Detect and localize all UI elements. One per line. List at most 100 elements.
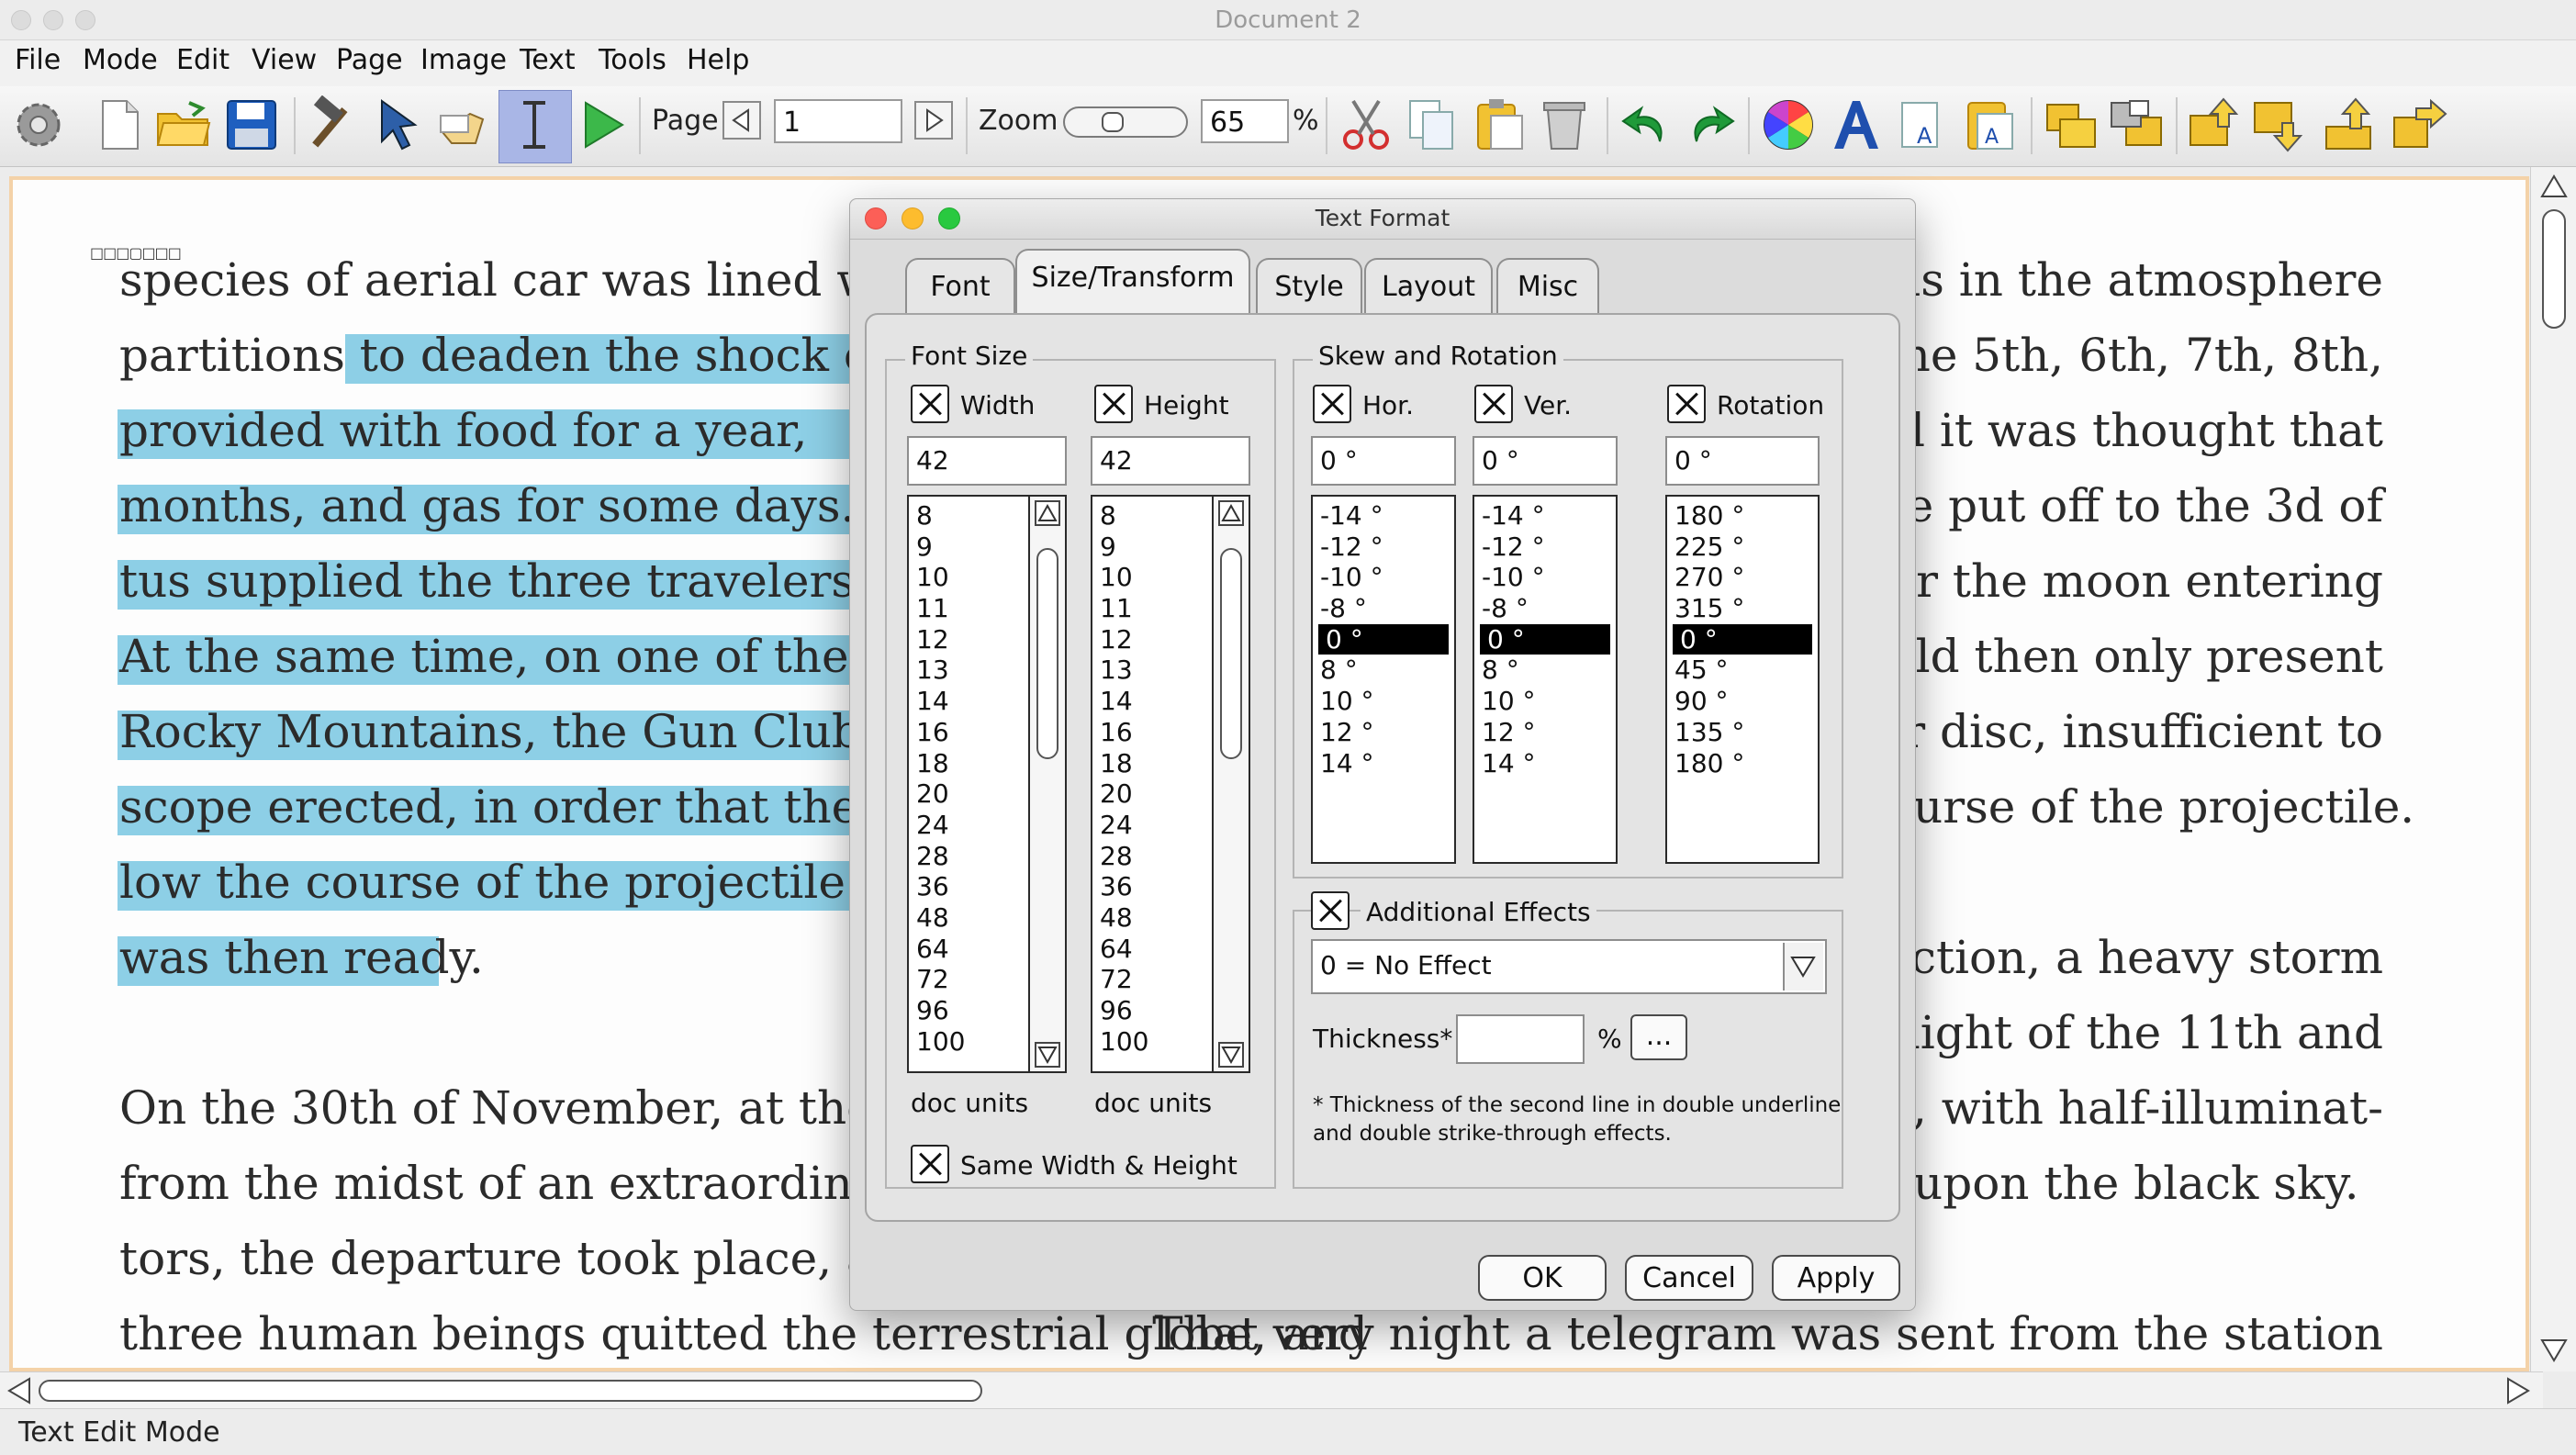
width-list-scroll-down-arrow-icon[interactable] [1035, 1042, 1060, 1068]
vertical-scroll-thumb[interactable] [2542, 209, 2566, 329]
height-size-list[interactable]: 8 9 10 11 12 13 14 16 18 20 24 28 36 48 64 72 96 100 [1091, 495, 1250, 1073]
height-size-option[interactable]: 18 [1092, 748, 1214, 779]
horizontal-skew-option[interactable]: 8 ° [1313, 655, 1454, 686]
height-size-option[interactable]: 100 [1092, 1026, 1214, 1058]
width-size-option[interactable]: 14 [909, 686, 1030, 717]
page-previous-button[interactable] [722, 101, 761, 140]
vertical-skew-option[interactable]: -10 ° [1474, 562, 1616, 593]
height-size-option[interactable]: 20 [1092, 778, 1214, 810]
rotation-option[interactable]: 180 ° [1667, 748, 1818, 779]
width-size-option[interactable]: 8 [909, 500, 1030, 532]
height-size-option[interactable]: 48 [1092, 902, 1214, 934]
document-text-line[interactable]: for the moon entering [1872, 554, 2383, 608]
horizontal-scrollbar[interactable] [0, 1371, 2543, 1408]
vertical-skew-field[interactable]: 0 ° [1473, 436, 1618, 486]
vertical-skew-option[interactable]: 12 ° [1474, 717, 1616, 748]
font-letter-a-icon[interactable] [1827, 95, 1886, 154]
height-list-scrollbar[interactable] [1212, 497, 1249, 1071]
height-size-option[interactable]: 28 [1092, 841, 1214, 872]
width-size-option[interactable]: 48 [909, 902, 1030, 934]
width-size-option[interactable]: 13 [909, 655, 1030, 686]
menu-file[interactable]: File [15, 44, 61, 76]
page-number-field[interactable]: 1 [774, 99, 902, 143]
height-list-scroll-down-arrow-icon[interactable] [1218, 1042, 1244, 1068]
width-size-option[interactable]: 10 [909, 562, 1030, 593]
menu-text[interactable]: Text [520, 44, 576, 76]
document-text-line[interactable]: provided with food for a year, [119, 404, 807, 457]
horizontal-skew-list[interactable]: -14 ° -12 ° -10 ° -8 ° 0 ° 8 ° 10 ° 12 ° 14 ° [1311, 495, 1456, 864]
vertical-skew-option[interactable]: -12 ° [1474, 532, 1616, 563]
horizontal-skew-option[interactable]: 10 ° [1313, 686, 1454, 717]
menu-image[interactable]: Image [420, 44, 507, 76]
document-text-line[interactable]: uds in the atmosphere [1862, 253, 2383, 307]
same-width-height-checkbox[interactable] [911, 1145, 949, 1183]
horizontal-skew-option[interactable]: 12 ° [1313, 717, 1454, 748]
move-right-icon[interactable] [2391, 95, 2449, 154]
copy-icon[interactable] [1403, 95, 1462, 154]
height-size-option[interactable]: 72 [1092, 964, 1214, 995]
width-size-option[interactable]: 18 [909, 748, 1030, 779]
rotation-option[interactable]: 225 ° [1667, 532, 1818, 563]
tab-layout[interactable]: Layout [1364, 258, 1493, 315]
trash-can-icon[interactable] [1535, 95, 1594, 154]
document-text-line[interactable]: tors, the departure took place, and [119, 1232, 933, 1285]
document-text-line[interactable]: tus supplied the three travelers wi [119, 554, 924, 608]
send-to-back-icon[interactable] [2108, 95, 2167, 154]
height-size-option[interactable]: 64 [1092, 934, 1214, 965]
rotation-option[interactable]: 90 ° [1667, 686, 1818, 717]
tab-style[interactable]: Style [1256, 258, 1362, 315]
tab-misc[interactable]: Misc [1496, 258, 1599, 315]
horizontal-skew-option[interactable]: -8 ° [1313, 593, 1454, 624]
width-size-option[interactable]: 11 [909, 593, 1030, 624]
width-list-scroll-thumb[interactable] [1036, 548, 1058, 759]
rotation-list[interactable]: 180 ° 225 ° 270 ° 315 ° 0 ° 45 ° 90 ° 135 ° 180 … [1665, 495, 1820, 864]
menu-view[interactable]: View [252, 44, 317, 76]
document-text-line[interactable]: her disc, insufficient to [1846, 705, 2383, 758]
redo-arrow-icon[interactable] [1682, 95, 1741, 154]
scroll-up-arrow-icon[interactable] [2538, 171, 2570, 202]
document-text-line[interactable]: from the midst of an extraordinary [119, 1157, 928, 1210]
document-text-line[interactable]: low the course of the projectile tl [119, 856, 893, 909]
document-text-line[interactable]: ould then only present [1858, 630, 2383, 683]
width-size-option[interactable]: 28 [909, 841, 1030, 872]
document-text-line[interactable]: scope erected, in order that they m [119, 780, 943, 834]
scroll-right-arrow-icon[interactable] [2503, 1375, 2534, 1406]
document-text-line[interactable]: was then ready. [119, 931, 484, 984]
menu-edit[interactable]: Edit [176, 44, 230, 76]
vertical-skew-option[interactable]: -8 ° [1474, 593, 1616, 624]
height-size-option[interactable]: 13 [1092, 655, 1214, 686]
document-text-line[interactable]: e night of the 11th and [1849, 1006, 2383, 1059]
thickness-field[interactable] [1456, 1014, 1585, 1064]
additional-effects-checkbox[interactable] [1311, 891, 1350, 930]
new-document-icon[interactable] [90, 95, 149, 154]
settings-gear-icon[interactable] [9, 95, 68, 154]
pan-hand-icon[interactable] [433, 95, 492, 154]
tab-font[interactable]: Font [905, 258, 1015, 315]
move-up-icon[interactable] [2323, 95, 2381, 154]
ok-button[interactable]: OK [1478, 1255, 1607, 1301]
document-text-line[interactable]: urse of the projectile. [1913, 780, 2414, 834]
document-text-line[interactable]: That very night a telegram was sent from… [1152, 1307, 2383, 1360]
document-text-line[interactable]: On the 30th of November, at the [119, 1081, 874, 1135]
effect-select[interactable]: 0 = No Effect [1311, 939, 1827, 994]
zoom-slider-thumb[interactable] [1102, 112, 1124, 132]
document-text-line[interactable]: eed it was thought that [1842, 404, 2383, 457]
width-size-option[interactable]: 96 [909, 995, 1030, 1026]
save-floppy-icon[interactable] [222, 95, 281, 154]
dialog-titlebar[interactable]: Text Format [850, 199, 1915, 240]
vertical-skew-option[interactable]: 14 ° [1474, 748, 1616, 779]
height-size-option[interactable]: 11 [1092, 593, 1214, 624]
height-size-option[interactable]: 14 [1092, 686, 1214, 717]
height-list-scroll-up-arrow-icon[interactable] [1218, 500, 1244, 526]
width-list-scroll-up-arrow-icon[interactable] [1035, 500, 1060, 526]
width-size-option[interactable]: 12 [909, 624, 1030, 655]
vertical-skew-option[interactable]: -14 ° [1474, 500, 1616, 532]
height-size-field[interactable]: 42 [1091, 436, 1250, 486]
zoom-value-field[interactable]: 65 [1201, 99, 1289, 143]
scroll-down-arrow-icon[interactable] [2538, 1335, 2570, 1366]
color-wheel-icon[interactable] [1759, 95, 1818, 154]
width-size-option[interactable]: 20 [909, 778, 1030, 810]
vertical-skew-option[interactable]: 0 ° [1480, 623, 1610, 655]
document-text-line[interactable]: faction, a heavy storm [1866, 931, 2383, 984]
move-backward-icon[interactable] [2251, 95, 2310, 154]
